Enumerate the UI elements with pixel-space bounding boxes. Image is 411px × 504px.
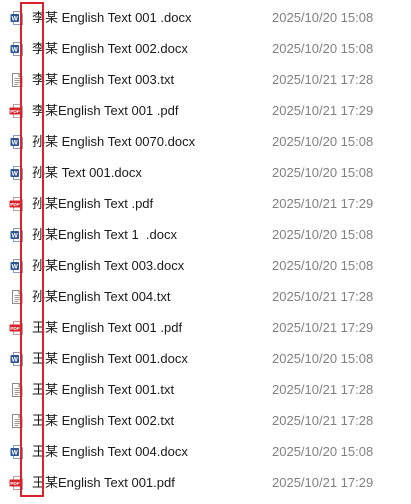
file-name: 王某 English Text 001 .pdf xyxy=(32,320,183,335)
svg-text:W: W xyxy=(12,16,19,23)
word-document-icon: W xyxy=(9,134,25,150)
file-date-modified: 2025/10/21 17:29 xyxy=(272,196,374,211)
file-name: 王某 English Text 002.txt xyxy=(32,413,175,428)
file-row[interactable]: W 孙某English Text 003.docx 2025/10/20 15:08 xyxy=(0,251,411,282)
file-date-modified: 2025/10/21 17:29 xyxy=(272,475,374,490)
file-date-modified: 2025/10/20 15:08 xyxy=(272,444,374,459)
svg-text:PDF: PDF xyxy=(10,109,20,115)
file-row[interactable]: 李某 English Text 003.txt 2025/10/21 17:28 xyxy=(0,65,411,96)
svg-text:W: W xyxy=(12,450,19,457)
file-name: 孙某English Text .pdf xyxy=(32,196,154,211)
svg-text:W: W xyxy=(12,171,19,178)
file-row[interactable]: W 李某 English Text 001 .docx 2025/10/20 15:… xyxy=(0,3,411,34)
file-date-modified: 2025/10/20 15:08 xyxy=(272,165,374,180)
svg-text:W: W xyxy=(12,264,19,271)
pdf-file-icon: PDF xyxy=(9,196,25,212)
file-name: 王某 English Text 001.txt xyxy=(32,382,175,397)
file-row[interactable]: W 王某 English Text 001.docx 2025/10/20 15:0… xyxy=(0,344,411,375)
file-date-modified: 2025/10/21 17:28 xyxy=(272,382,374,397)
file-date-modified: 2025/10/20 15:08 xyxy=(272,227,374,242)
file-date-modified: 2025/10/20 15:08 xyxy=(272,351,374,366)
file-name: 孙某English Text 1 .docx xyxy=(32,227,177,242)
file-date-modified: 2025/10/21 17:29 xyxy=(272,320,374,335)
file-date-modified: 2025/10/21 17:28 xyxy=(272,289,374,304)
file-row[interactable]: 王某 English Text 001.txt 2025/10/21 17:28 xyxy=(0,375,411,406)
word-document-icon: W xyxy=(9,165,25,181)
file-name: 王某 English Text 004.docx xyxy=(32,444,188,459)
word-document-icon: W xyxy=(9,41,25,57)
file-row[interactable]: W 孙某English Text 1 .docx 2025/10/20 15:08 xyxy=(0,220,411,251)
pdf-file-icon: PDF xyxy=(9,320,25,336)
text-file-icon xyxy=(9,289,25,305)
svg-text:PDF: PDF xyxy=(10,481,20,487)
file-list: W 李某 English Text 001 .docx 2025/10/20 15:… xyxy=(0,3,411,499)
file-row[interactable]: PDF 王某English Text 001.pdf 2025/10/21 17:2… xyxy=(0,468,411,499)
pdf-file-icon: PDF xyxy=(9,103,25,119)
file-name: 李某 English Text 001 .docx xyxy=(32,10,192,25)
text-file-icon xyxy=(9,382,25,398)
file-name: 李某English Text 001 .pdf xyxy=(32,103,179,118)
word-document-icon: W xyxy=(9,444,25,460)
file-date-modified: 2025/10/20 15:08 xyxy=(272,134,374,149)
svg-text:W: W xyxy=(12,357,19,364)
file-row[interactable]: 孙某English Text 004.txt 2025/10/21 17:28 xyxy=(0,282,411,313)
file-row[interactable]: W 孙某 English Text 0070.docx 2025/10/20 15:… xyxy=(0,127,411,158)
text-file-icon xyxy=(9,413,25,429)
file-date-modified: 2025/10/21 17:29 xyxy=(272,103,374,118)
word-document-icon: W xyxy=(9,258,25,274)
file-row[interactable]: W 李某 English Text 002.docx 2025/10/20 15:0… xyxy=(0,34,411,65)
text-file-icon xyxy=(9,72,25,88)
file-name: 王某 English Text 001.docx xyxy=(32,351,188,366)
file-row[interactable]: PDF 王某 English Text 001 .pdf 2025/10/21 17… xyxy=(0,313,411,344)
file-row[interactable]: PDF 孙某English Text .pdf 2025/10/21 17:29 xyxy=(0,189,411,220)
file-date-modified: 2025/10/21 17:28 xyxy=(272,72,374,87)
file-name: 王某English Text 001.pdf xyxy=(32,475,175,490)
file-date-modified: 2025/10/21 17:28 xyxy=(272,413,374,428)
svg-text:PDF: PDF xyxy=(10,202,20,208)
file-name: 李某 English Text 003.txt xyxy=(32,72,175,87)
file-name: 孙某 English Text 0070.docx xyxy=(32,134,196,149)
word-document-icon: W xyxy=(9,10,25,26)
file-name: 李某 English Text 002.docx xyxy=(32,41,188,56)
file-date-modified: 2025/10/20 15:08 xyxy=(272,258,374,273)
word-document-icon: W xyxy=(9,351,25,367)
file-row[interactable]: PDF 李某English Text 001 .pdf 2025/10/21 17:… xyxy=(0,96,411,127)
file-row[interactable]: 王某 English Text 002.txt 2025/10/21 17:28 xyxy=(0,406,411,437)
file-date-modified: 2025/10/20 15:08 xyxy=(272,41,374,56)
svg-text:PDF: PDF xyxy=(10,326,20,332)
file-name: 孙某 Text 001.docx xyxy=(32,165,142,180)
file-row[interactable]: W 孙某 Text 001.docx 2025/10/20 15:08 xyxy=(0,158,411,189)
pdf-file-icon: PDF xyxy=(9,475,25,491)
file-name: 孙某English Text 003.docx xyxy=(32,258,185,273)
file-name: 孙某English Text 004.txt xyxy=(32,289,171,304)
svg-text:W: W xyxy=(12,140,19,147)
file-date-modified: 2025/10/20 15:08 xyxy=(272,10,374,25)
file-row[interactable]: W 王某 English Text 004.docx 2025/10/20 15:0… xyxy=(0,437,411,468)
svg-text:W: W xyxy=(12,47,19,54)
word-document-icon: W xyxy=(9,227,25,243)
svg-text:W: W xyxy=(12,233,19,240)
